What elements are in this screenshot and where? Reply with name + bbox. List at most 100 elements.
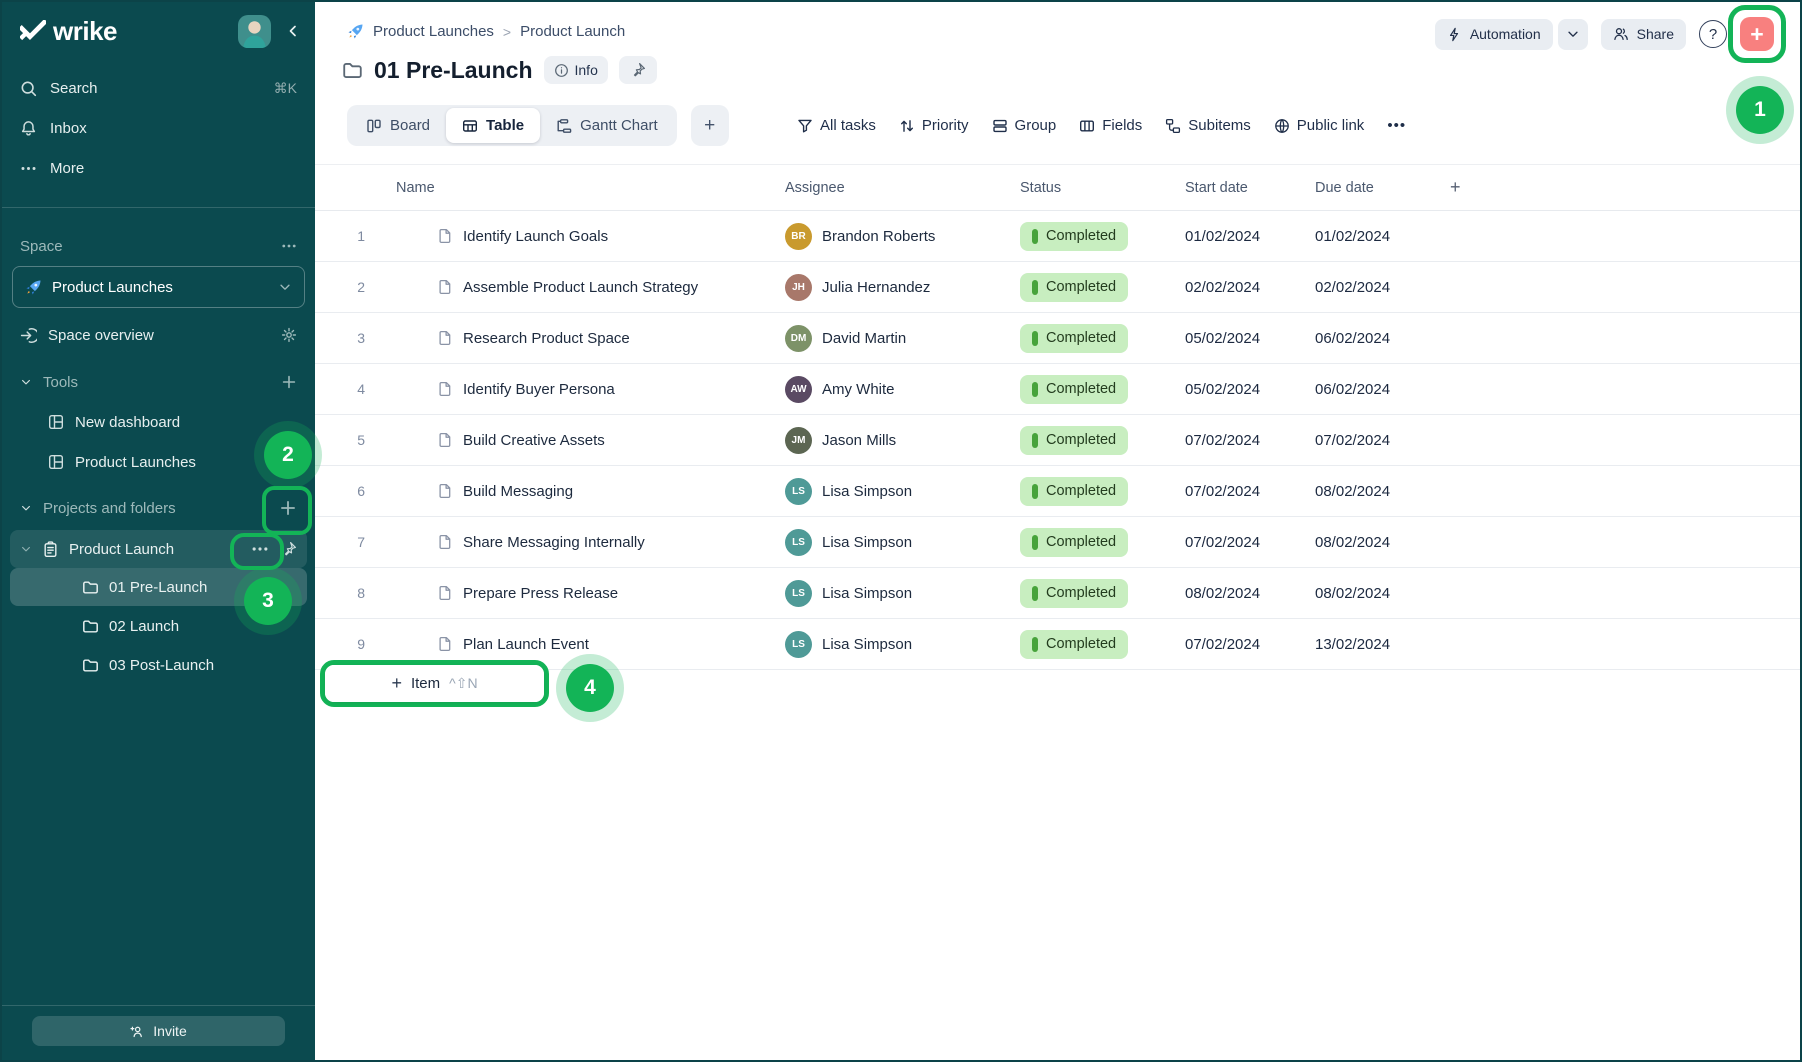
due-date-cell[interactable]: 02/02/2024	[1302, 279, 1432, 296]
gear-icon[interactable]	[281, 327, 297, 343]
due-date-cell[interactable]: 07/02/2024	[1302, 432, 1432, 449]
column-header-due-date[interactable]: Due date	[1302, 180, 1432, 196]
start-date-cell[interactable]: 07/02/2024	[1172, 432, 1302, 449]
start-date-cell[interactable]: 08/02/2024	[1172, 585, 1302, 602]
assignee-cell[interactable]: DMDavid Martin	[772, 325, 1007, 352]
sidebar-item-folder-03-post-launch[interactable]: 03 Post-Launch	[10, 646, 307, 684]
tab-board[interactable]: Board	[350, 108, 446, 143]
automation-dropdown-button[interactable]	[1558, 19, 1588, 50]
start-date-cell[interactable]: 02/02/2024	[1172, 279, 1302, 296]
sidebar-item-product-launch-project[interactable]: Product Launch	[10, 530, 307, 568]
column-header-status[interactable]: Status	[1007, 180, 1172, 196]
table-row[interactable]: 1 Identify Launch Goals BRBrandon Robert…	[315, 211, 1800, 262]
task-name[interactable]: Build Messaging	[463, 483, 573, 500]
pin-icon[interactable]	[281, 541, 297, 557]
task-name[interactable]: Identify Buyer Persona	[463, 381, 615, 398]
status-cell[interactable]: Completed	[1007, 324, 1172, 353]
help-button[interactable]: ?	[1699, 20, 1727, 48]
task-name[interactable]: Plan Launch Event	[463, 636, 589, 653]
sidebar-item-search[interactable]: Search ⌘K	[2, 68, 315, 108]
toolbar-more-button[interactable]: •••	[1387, 117, 1406, 134]
table-row[interactable]: 6 Build Messaging LSLisa Simpson Complet…	[315, 466, 1800, 517]
info-button[interactable]: Info	[544, 56, 608, 84]
share-button[interactable]: Share	[1601, 19, 1686, 50]
assignee-cell[interactable]: JHJulia Hernandez	[772, 274, 1007, 301]
due-date-cell[interactable]: 06/02/2024	[1302, 381, 1432, 398]
status-cell[interactable]: Completed	[1007, 273, 1172, 302]
task-name[interactable]: Research Product Space	[463, 330, 630, 347]
table-row[interactable]: 7 Share Messaging Internally LSLisa Simp…	[315, 517, 1800, 568]
due-date-cell[interactable]: 13/02/2024	[1302, 636, 1432, 653]
assignee-cell[interactable]: LSLisa Simpson	[772, 478, 1007, 505]
filter-all-tasks-button[interactable]: All tasks	[797, 117, 876, 134]
add-project-icon[interactable]	[279, 499, 297, 517]
sidebar-item-space-overview[interactable]: Space overview	[2, 315, 315, 355]
column-header-name[interactable]: Name	[383, 180, 772, 196]
status-cell[interactable]: Completed	[1007, 222, 1172, 251]
start-date-cell[interactable]: 07/02/2024	[1172, 483, 1302, 500]
automation-button[interactable]: Automation	[1435, 19, 1553, 50]
status-cell[interactable]: Completed	[1007, 579, 1172, 608]
add-view-button[interactable]: +	[691, 105, 729, 146]
due-date-cell[interactable]: 06/02/2024	[1302, 330, 1432, 347]
assignee-cell[interactable]: LSLisa Simpson	[772, 529, 1007, 556]
table-row[interactable]: 4 Identify Buyer Persona AWAmy White Com…	[315, 364, 1800, 415]
group-button[interactable]: Group	[992, 117, 1057, 134]
status-cell[interactable]: Completed	[1007, 426, 1172, 455]
table-row[interactable]: 3 Research Product Space DMDavid Martin …	[315, 313, 1800, 364]
due-date-cell[interactable]: 08/02/2024	[1302, 483, 1432, 500]
create-new-button[interactable]: +	[1740, 17, 1774, 51]
space-selector[interactable]: Product Launches	[12, 266, 305, 308]
subitems-button[interactable]: Subitems	[1165, 117, 1251, 134]
add-tool-icon[interactable]	[281, 374, 297, 390]
start-date-cell[interactable]: 05/02/2024	[1172, 381, 1302, 398]
task-name[interactable]: Share Messaging Internally	[463, 534, 645, 551]
invite-button[interactable]: Invite	[32, 1016, 285, 1046]
collapse-sidebar-icon[interactable]	[285, 23, 301, 39]
table-row[interactable]: 5 Build Creative Assets JMJason Mills Co…	[315, 415, 1800, 466]
status-cell[interactable]: Completed	[1007, 375, 1172, 404]
sidebar-item-new-dashboard[interactable]: New dashboard	[2, 402, 315, 442]
priority-sort-button[interactable]: Priority	[899, 117, 969, 134]
tab-gantt-chart[interactable]: Gantt Chart	[540, 108, 674, 143]
assignee-cell[interactable]: BRBrandon Roberts	[772, 223, 1007, 250]
public-link-button[interactable]: Public link	[1274, 117, 1365, 134]
fields-button[interactable]: Fields	[1079, 117, 1142, 134]
assignee-cell[interactable]: LSLisa Simpson	[772, 631, 1007, 658]
projects-section-header[interactable]: Projects and folders	[2, 488, 315, 528]
due-date-cell[interactable]: 08/02/2024	[1302, 585, 1432, 602]
start-date-cell[interactable]: 07/02/2024	[1172, 636, 1302, 653]
assignee-cell[interactable]: AWAmy White	[772, 376, 1007, 403]
status-cell[interactable]: Completed	[1007, 630, 1172, 659]
task-name[interactable]: Identify Launch Goals	[463, 228, 608, 245]
pin-button[interactable]	[619, 56, 657, 84]
assignee-cell[interactable]: LSLisa Simpson	[772, 580, 1007, 607]
task-name[interactable]: Prepare Press Release	[463, 585, 618, 602]
assignee-avatar: LS	[785, 478, 812, 505]
tab-table[interactable]: Table	[446, 108, 540, 143]
sidebar-item-more[interactable]: More	[2, 148, 315, 188]
breadcrumb-project[interactable]: Product Launch	[520, 23, 625, 40]
sidebar-item-inbox[interactable]: Inbox	[2, 108, 315, 148]
add-item-button[interactable]: + Item ^⇧N	[325, 665, 544, 702]
start-date-cell[interactable]: 05/02/2024	[1172, 330, 1302, 347]
project-more-icon[interactable]	[251, 540, 269, 558]
space-options-icon[interactable]	[281, 238, 297, 254]
tools-section-header[interactable]: Tools	[2, 362, 315, 402]
start-date-cell[interactable]: 01/02/2024	[1172, 228, 1302, 245]
table-row[interactable]: 2 Assemble Product Launch Strategy JHJul…	[315, 262, 1800, 313]
status-cell[interactable]: Completed	[1007, 528, 1172, 557]
breadcrumb-space[interactable]: Product Launches	[373, 23, 494, 40]
add-column-button[interactable]: +	[1432, 177, 1800, 198]
column-header-assignee[interactable]: Assignee	[772, 180, 1007, 196]
task-name[interactable]: Build Creative Assets	[463, 432, 605, 449]
status-cell[interactable]: Completed	[1007, 477, 1172, 506]
table-row[interactable]: 8 Prepare Press Release LSLisa Simpson C…	[315, 568, 1800, 619]
due-date-cell[interactable]: 08/02/2024	[1302, 534, 1432, 551]
user-avatar[interactable]	[238, 15, 271, 48]
column-header-start-date[interactable]: Start date	[1172, 180, 1302, 196]
start-date-cell[interactable]: 07/02/2024	[1172, 534, 1302, 551]
assignee-cell[interactable]: JMJason Mills	[772, 427, 1007, 454]
task-name[interactable]: Assemble Product Launch Strategy	[463, 279, 698, 296]
due-date-cell[interactable]: 01/02/2024	[1302, 228, 1432, 245]
